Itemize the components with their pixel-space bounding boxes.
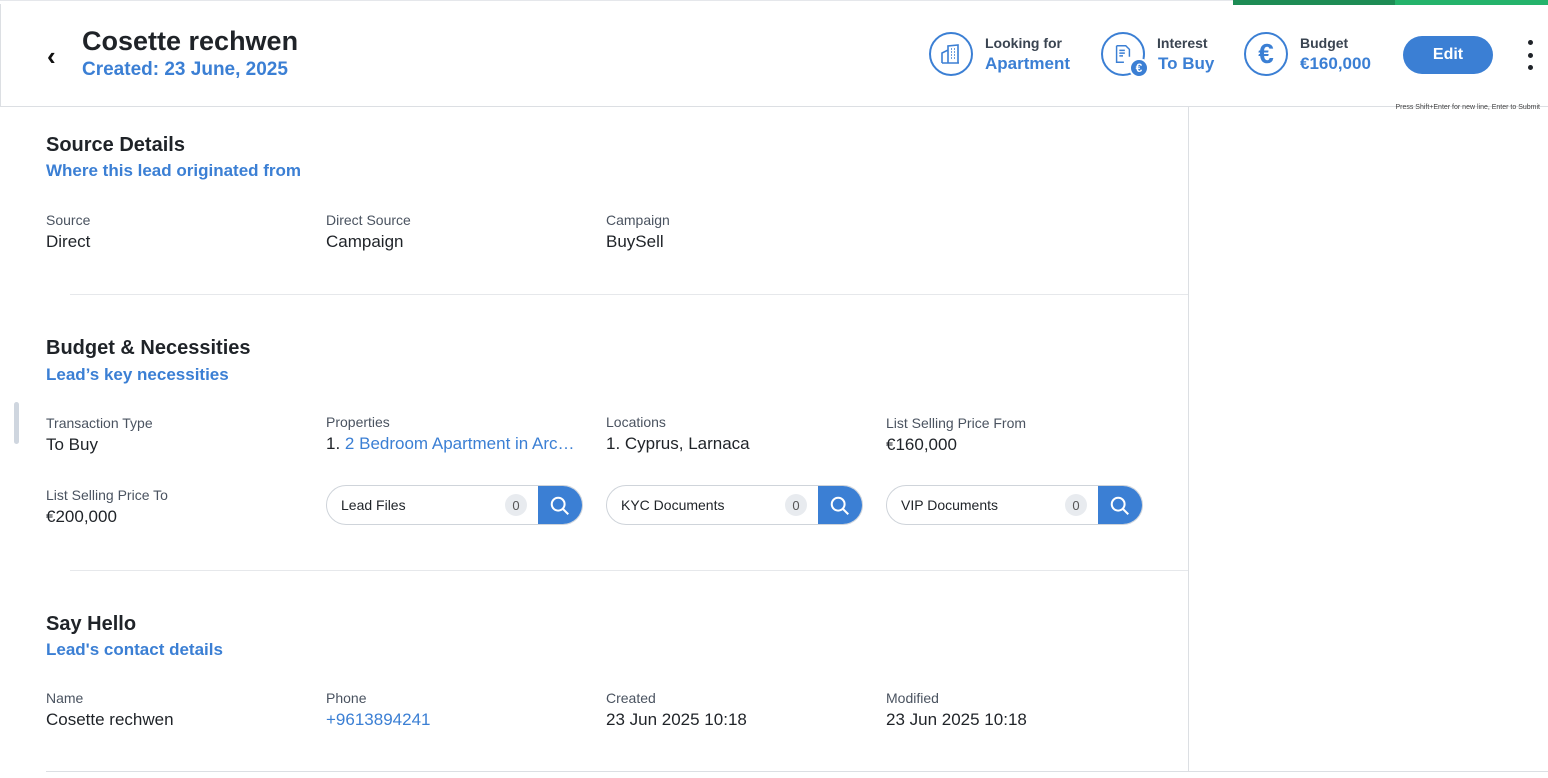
field-modified: Modified 23 Jun 2025 10:18	[886, 690, 1146, 730]
field-value: 1. Cyprus, Larnaca	[606, 434, 750, 453]
stat-label: Interest	[1157, 35, 1208, 51]
doc-label: Lead Files	[341, 497, 406, 513]
section-title-source: Source Details	[46, 134, 185, 156]
field-label: Direct Source	[326, 212, 411, 228]
stat-label: Looking for	[985, 35, 1062, 51]
scroll-handle[interactable]	[14, 402, 19, 444]
section-subtitle-budget: Lead’s key necessities	[46, 365, 229, 384]
field-price-to: List Selling Price To €200,000	[46, 487, 306, 527]
field-label: Phone	[326, 690, 367, 706]
field-label: Locations	[606, 414, 666, 430]
field-label: Name	[46, 690, 84, 706]
document-euro-icon: €	[1101, 32, 1149, 78]
building-icon	[929, 32, 973, 76]
field-value: To Buy	[46, 435, 98, 454]
doc-label: VIP Documents	[901, 497, 999, 513]
section-subtitle-source: Where this lead originated from	[46, 161, 302, 180]
stat-value: To Buy	[1158, 54, 1215, 73]
bottom-divider	[46, 771, 1548, 772]
field-price-from: List Selling Price From €160,000	[886, 415, 1146, 455]
lead-header: ‹ Cosette rechwen Created: 23 June, 2025…	[0, 4, 1548, 107]
phone-link[interactable]: +9613894241	[326, 710, 586, 730]
field-label: Campaign	[606, 212, 670, 228]
field-label: List Selling Price From	[886, 415, 1027, 431]
section-subtitle-contact: Lead's contact details	[46, 640, 223, 659]
field-properties: Properties 1. 2 Bedroom Apartment in Arc…	[326, 414, 581, 454]
field-value: €160,000	[886, 435, 957, 454]
field-value: Direct	[46, 232, 91, 251]
field-value: 1. 2 Bedroom Apartment in Arc…	[326, 434, 581, 454]
field-label: Properties	[326, 414, 390, 430]
field-label: Modified	[886, 690, 939, 706]
euro-icon: €	[1244, 32, 1288, 76]
field-locations: Locations 1. Cyprus, Larnaca	[606, 414, 866, 454]
field-label: List Selling Price To	[46, 487, 168, 503]
field-value: Cosette rechwen	[46, 710, 174, 729]
field-value: 23 Jun 2025 10:18	[886, 710, 1027, 729]
section-title-budget: Budget & Necessities	[46, 337, 251, 359]
vip-documents-search[interactable]: VIP Documents 0	[886, 485, 1143, 525]
lead-files-search[interactable]: Lead Files 0	[326, 485, 583, 525]
field-phone: Phone +9613894241	[326, 690, 586, 730]
field-value: 23 Jun 2025 10:18	[606, 710, 747, 729]
field-created: Created 23 Jun 2025 10:18	[606, 690, 866, 730]
property-index: 1.	[326, 434, 341, 453]
field-value: Campaign	[326, 232, 404, 251]
field-campaign: Campaign BuySell	[606, 212, 866, 252]
more-options-icon[interactable]	[1521, 40, 1539, 70]
chevron-left-icon[interactable]: ‹	[47, 43, 56, 69]
doc-count-badge: 0	[785, 494, 807, 516]
input-hint: Press Shift+Enter for new line, Enter to…	[1395, 104, 1540, 111]
doc-count-badge: 0	[505, 494, 527, 516]
lead-created-date: Created: 23 June, 2025	[82, 59, 288, 80]
kyc-documents-search[interactable]: KYC Documents 0	[606, 485, 863, 525]
search-icon[interactable]	[818, 486, 862, 524]
field-label: Transaction Type	[46, 415, 153, 431]
section-title-contact: Say Hello	[46, 613, 137, 635]
euro-badge-icon: €	[1129, 58, 1149, 78]
search-icon[interactable]	[538, 486, 582, 524]
stat-value: Apartment	[985, 54, 1071, 73]
doc-label: KYC Documents	[621, 497, 725, 513]
field-transaction-type: Transaction Type To Buy	[46, 415, 306, 455]
stat-value: €160,000	[1300, 54, 1371, 73]
section-divider	[70, 294, 1188, 295]
property-link[interactable]: 2 Bedroom Apartment in Arc…	[345, 434, 575, 453]
field-label: Source	[46, 212, 91, 228]
field-label: Created	[606, 690, 656, 706]
field-value: BuySell	[606, 232, 664, 251]
lead-name: Cosette rechwen	[82, 26, 299, 56]
stat-label: Budget	[1300, 35, 1349, 51]
field-value: €200,000	[46, 507, 117, 526]
panel-divider	[1188, 107, 1189, 771]
field-name: Name Cosette rechwen	[46, 690, 306, 730]
edit-button[interactable]: Edit	[1403, 36, 1493, 74]
field-direct-source: Direct Source Campaign	[326, 212, 586, 252]
search-icon[interactable]	[1098, 486, 1142, 524]
field-source: Source Direct	[46, 212, 306, 252]
section-divider	[70, 570, 1188, 571]
doc-count-badge: 0	[1065, 494, 1087, 516]
